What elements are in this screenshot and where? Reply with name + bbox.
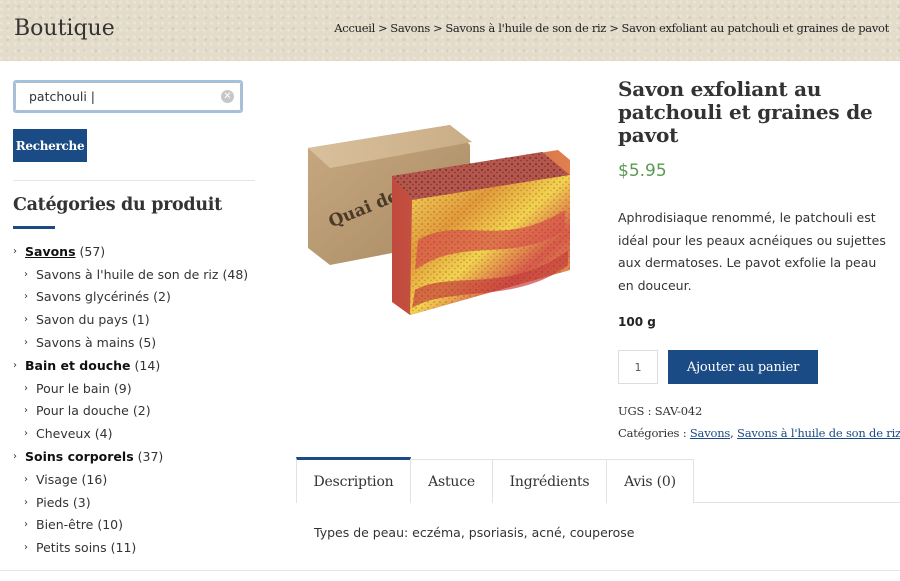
subcategory-item[interactable]: › Visage (16) (13, 468, 273, 491)
subcategory-item[interactable]: › Savons à l'huile de son de riz (48) (13, 263, 273, 286)
product-description: Aphrodisiaque renommé, le patchouli est … (618, 210, 886, 293)
category-link-rice-bran[interactable]: Savons à l'huile de son de riz (737, 426, 900, 440)
site-header: Boutique Accueil > Savons > Savons à l'huile… (0, 0, 900, 61)
breadcrumb-rice-bran-soaps[interactable]: Savons à l'huile de son de riz (445, 21, 606, 35)
chevron-right-icon: › (24, 473, 28, 485)
category-name[interactable]: Bain et douche (25, 358, 131, 373)
sidebar-divider (13, 180, 255, 181)
quantity-input[interactable] (618, 350, 658, 384)
category-name[interactable]: Pour le bain (36, 381, 110, 396)
category-count: (48) (222, 266, 249, 282)
category-name[interactable]: Bien-être (36, 517, 93, 532)
clear-circle-icon[interactable]: ✕ (221, 90, 234, 103)
sku-value: SAV-042 (654, 404, 703, 418)
categories-heading: Catégories du produit (13, 195, 222, 215)
category-count: (11) (110, 540, 137, 556)
add-to-cart-button[interactable]: Ajouter au panier (668, 350, 818, 384)
category-count: (2) (132, 403, 151, 419)
chevron-right-icon: › (13, 245, 17, 257)
category-link-savons[interactable]: Savons (690, 426, 730, 440)
category-count: (14) (134, 357, 161, 373)
category-count: (10) (97, 517, 123, 533)
site-title[interactable]: Boutique (14, 16, 115, 41)
category-count: (37) (137, 449, 164, 465)
subcategory-item[interactable]: › Savon du pays (1) (13, 308, 273, 331)
chevron-right-icon: › (24, 542, 28, 554)
chevron-right-icon: › (24, 405, 28, 417)
chevron-right-icon: › (24, 519, 28, 531)
subcategory-item[interactable]: › Pour le bain (9) (13, 377, 273, 400)
category-name[interactable]: Petits soins (36, 540, 107, 555)
category-count: (5) (138, 335, 157, 351)
product-title: Savon exfoliant au patchouli et graines … (618, 77, 873, 147)
breadcrumb-home[interactable]: Accueil (334, 21, 375, 35)
product-categories: Catégories : Savons, Savons à l'huile de… (618, 426, 900, 440)
search-button[interactable]: Recherche (13, 129, 87, 162)
breadcrumb: Accueil > Savons > Savons à l'huile de son d… (334, 21, 889, 35)
subcategory-item[interactable]: › Petits soins (11) (13, 536, 273, 559)
category-name[interactable]: Cheveux (36, 426, 91, 441)
subcategory-item[interactable]: › Savons glycérinés (2) (13, 286, 273, 309)
category-count: (2) (153, 289, 171, 305)
category-item[interactable]: › Savons (57) (13, 240, 273, 263)
product-price: $5.95 (618, 161, 667, 181)
chevron-right-icon: › (13, 451, 17, 463)
category-name[interactable]: Savons (25, 244, 76, 259)
footer-divider (0, 570, 900, 571)
category-count: (16) (81, 471, 108, 487)
category-item[interactable]: › Bain et douche (14) (13, 354, 273, 377)
category-list: › Savons (57) › Savons à l'huile de son de r… (13, 240, 273, 559)
chevron-right-icon: › (24, 314, 28, 326)
category-name[interactable]: Pieds (36, 495, 69, 510)
category-item[interactable]: › Soins corporels (37) (13, 445, 273, 468)
breadcrumb-current: Savon exfoliant au patchouli et graines … (621, 21, 890, 35)
category-count: (1) (131, 312, 150, 328)
category-name[interactable]: Soins corporels (25, 449, 134, 464)
subcategory-item[interactable]: › Pieds (3) (13, 491, 273, 514)
tab-description[interactable]: Description (296, 457, 411, 503)
subcategory-item[interactable]: › Bien-être (10) (13, 514, 273, 537)
chevron-right-icon: › (24, 291, 28, 303)
category-name[interactable]: Savons à l'huile de son de riz (36, 267, 218, 282)
chevron-right-icon: › (24, 496, 28, 508)
subcategory-item[interactable]: › Cheveux (4) (13, 422, 273, 445)
breadcrumb-savons[interactable]: Savons (390, 21, 430, 35)
tab-content-text: Types de peau: eczéma, psoriasis, acné, … (314, 525, 635, 540)
product-sku: UGS : SAV-042 (618, 404, 703, 418)
chevron-right-icon: › (24, 428, 28, 440)
chevron-right-icon: › (13, 359, 17, 371)
subcategory-item[interactable]: › Savons à mains (5) (13, 331, 273, 354)
search-box: ✕ (13, 80, 243, 113)
product-image: Quai des Bulles (308, 125, 570, 315)
heading-underline (13, 226, 55, 229)
chevron-right-icon: › (24, 268, 28, 280)
tab-avis[interactable]: Avis (0) (606, 459, 694, 503)
category-count: (9) (113, 380, 132, 396)
category-name[interactable]: Visage (36, 472, 78, 487)
search-input[interactable] (15, 82, 241, 111)
category-count: (3) (72, 494, 91, 510)
category-name[interactable]: Pour la douche (36, 403, 129, 418)
category-count: (4) (94, 426, 113, 442)
subcategory-item[interactable]: › Pour la douche (2) (13, 400, 273, 423)
chevron-right-icon: › (24, 382, 28, 394)
category-name[interactable]: Savons à mains (36, 335, 134, 350)
category-count: (57) (79, 243, 106, 259)
tab-astuce[interactable]: Astuce (410, 459, 493, 503)
category-name[interactable]: Savon du pays (36, 312, 128, 327)
category-name[interactable]: Savons glycérinés (36, 289, 149, 304)
tab-ingredients[interactable]: Ingrédients (492, 459, 607, 503)
chevron-right-icon: › (24, 337, 28, 349)
product-weight: 100 g (618, 315, 656, 329)
